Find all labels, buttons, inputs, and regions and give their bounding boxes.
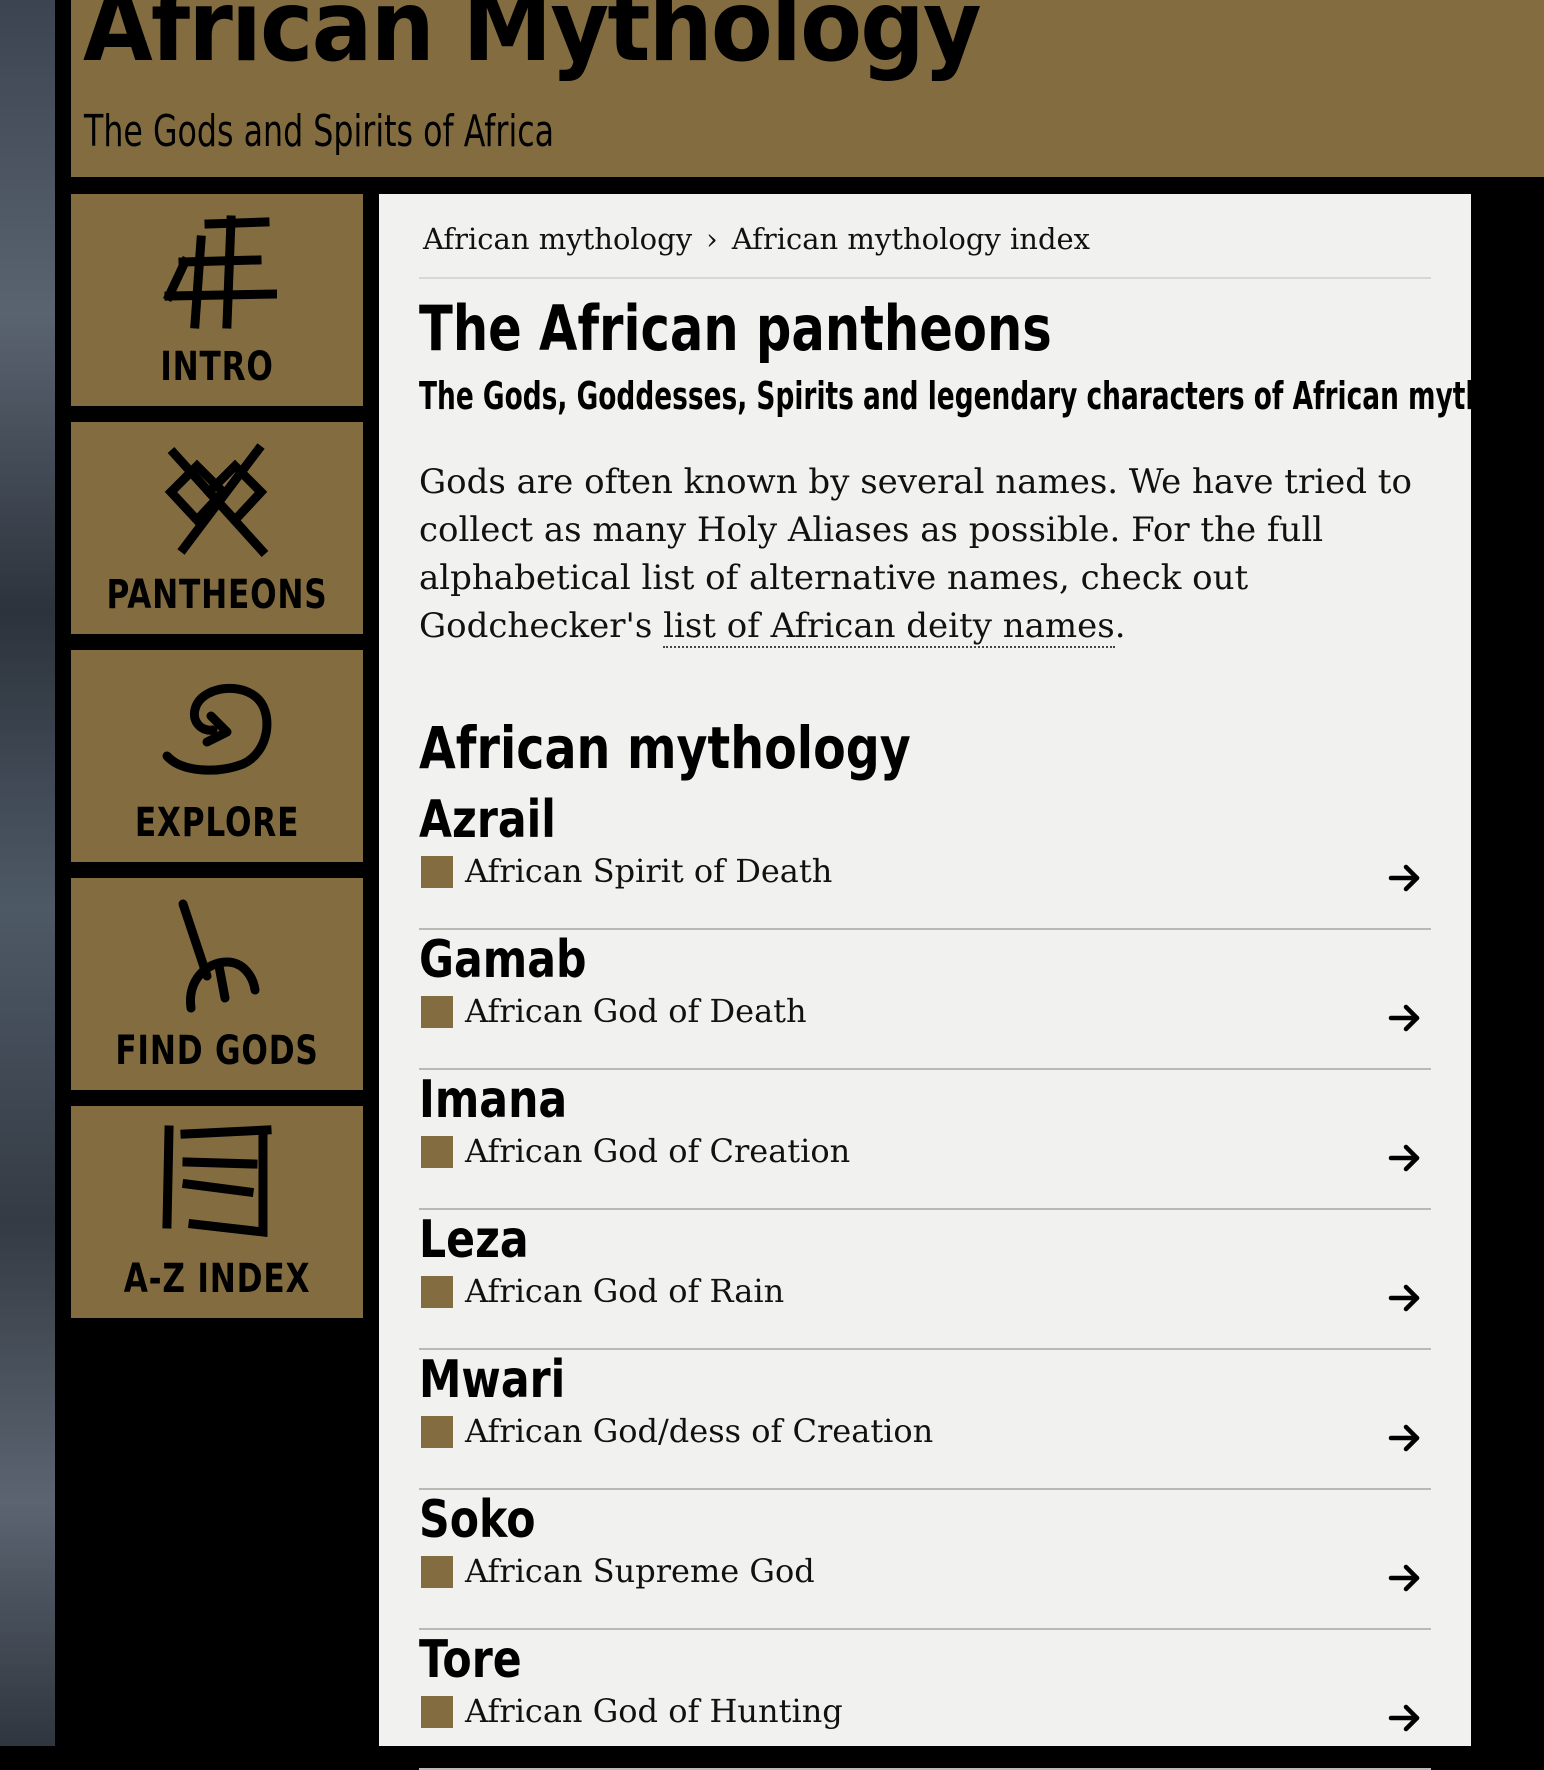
breadcrumb-current-link[interactable]: African mythology index (732, 222, 1090, 256)
site-header: African Mythology The Gods and Spirits o… (71, 0, 1544, 177)
nav-label: EXPLORE (134, 800, 300, 846)
nav-label: PANTHEONS (106, 572, 328, 618)
god-description: African Spirit of Death (465, 852, 833, 890)
god-swatch (421, 1136, 453, 1168)
main-content: African mythology › African mythology inde… (379, 194, 1544, 1770)
god-swatch (421, 856, 453, 888)
nav-label: A-Z INDEX (123, 1256, 311, 1302)
crossed-glyph-icon (164, 443, 269, 558)
god-name: Imana (419, 1070, 568, 1130)
god-item-imana[interactable]: Imana African God of Creation (419, 1070, 1431, 1210)
god-description: African God of Rain (465, 1272, 785, 1310)
intro-end: . (1114, 606, 1126, 646)
nav-item-explore[interactable]: EXPLORE (71, 650, 363, 862)
god-swatch (421, 1556, 453, 1588)
spiral-arrow-icon (162, 683, 272, 775)
god-description: African God/dess of Creation (465, 1412, 934, 1450)
intro-paragraph: Gods are often known by several names. W… (419, 458, 1419, 650)
divining-rod-icon (178, 899, 260, 1013)
breadcrumb-home-link[interactable]: African mythology (423, 222, 692, 256)
god-name: Leza (419, 1210, 529, 1270)
nav-label: INTRO (160, 344, 274, 390)
arrow-right-icon (1388, 864, 1420, 892)
god-description: African God of Death (465, 992, 807, 1030)
god-item-mwari[interactable]: Mwari African God/dess of Creation (419, 1350, 1431, 1490)
god-item-soko[interactable]: Soko African Supreme God (419, 1490, 1431, 1630)
nav-item-pantheons[interactable]: PANTHEONS (71, 422, 363, 634)
arrow-right-icon (1388, 1284, 1420, 1312)
background-strip (0, 0, 55, 1746)
deity-names-link[interactable]: list of African deity names (663, 606, 1115, 648)
site-title[interactable]: African Mythology (83, 0, 982, 82)
breadcrumb: African mythology › African mythology inde… (423, 222, 1090, 256)
arrow-right-icon (1388, 1424, 1420, 1452)
side-nav: INTRO PANTHEONS EXPLORE FIND GODS A-Z IN… (71, 194, 363, 1334)
god-item-leza[interactable]: Leza African God of Rain (419, 1210, 1431, 1350)
arrow-right-icon (1388, 1564, 1420, 1592)
god-description: African Supreme God (465, 1552, 815, 1590)
nav-item-intro[interactable]: INTRO (71, 194, 363, 406)
page-title: The African pantheons (419, 292, 1052, 365)
page-subtitle: The Gods, Goddesses, Spirits and legenda… (419, 374, 1544, 418)
nav-item-a-z-index[interactable]: A-Z INDEX (71, 1106, 363, 1318)
god-swatch (421, 1416, 453, 1448)
god-swatch (421, 996, 453, 1028)
arrow-right-icon (1388, 1704, 1420, 1732)
lined-book-icon (162, 1125, 272, 1238)
god-swatch (421, 1276, 453, 1308)
god-description: African God of Creation (465, 1132, 851, 1170)
site-subtitle: The Gods and Spirits of Africa (84, 106, 555, 157)
god-name: Mwari (419, 1350, 566, 1410)
god-name: Gamab (419, 930, 587, 990)
god-item-gamab[interactable]: Gamab African God of Death (419, 930, 1431, 1070)
god-item-tore[interactable]: Tore African God of Hunting (419, 1630, 1431, 1770)
god-description: African God of Hunting (465, 1692, 843, 1730)
grid-glyph-icon (163, 215, 277, 329)
nav-item-find-gods[interactable]: FIND GODS (71, 878, 363, 1090)
nav-label: FIND GODS (115, 1028, 319, 1074)
god-name: Soko (419, 1490, 536, 1550)
section-title: African mythology (419, 714, 911, 782)
arrow-right-icon (1388, 1144, 1420, 1172)
arrow-right-icon (1388, 1004, 1420, 1032)
breadcrumb-separator: › (706, 222, 718, 256)
god-swatch (421, 1696, 453, 1728)
god-name: Tore (419, 1630, 522, 1690)
breadcrumb-divider (419, 277, 1431, 279)
god-item-azrail[interactable]: Azrail African Spirit of Death (419, 790, 1431, 930)
god-list: Azrail African Spirit of Death Gamab Afr… (419, 790, 1431, 1770)
god-name: Azrail (419, 790, 556, 850)
